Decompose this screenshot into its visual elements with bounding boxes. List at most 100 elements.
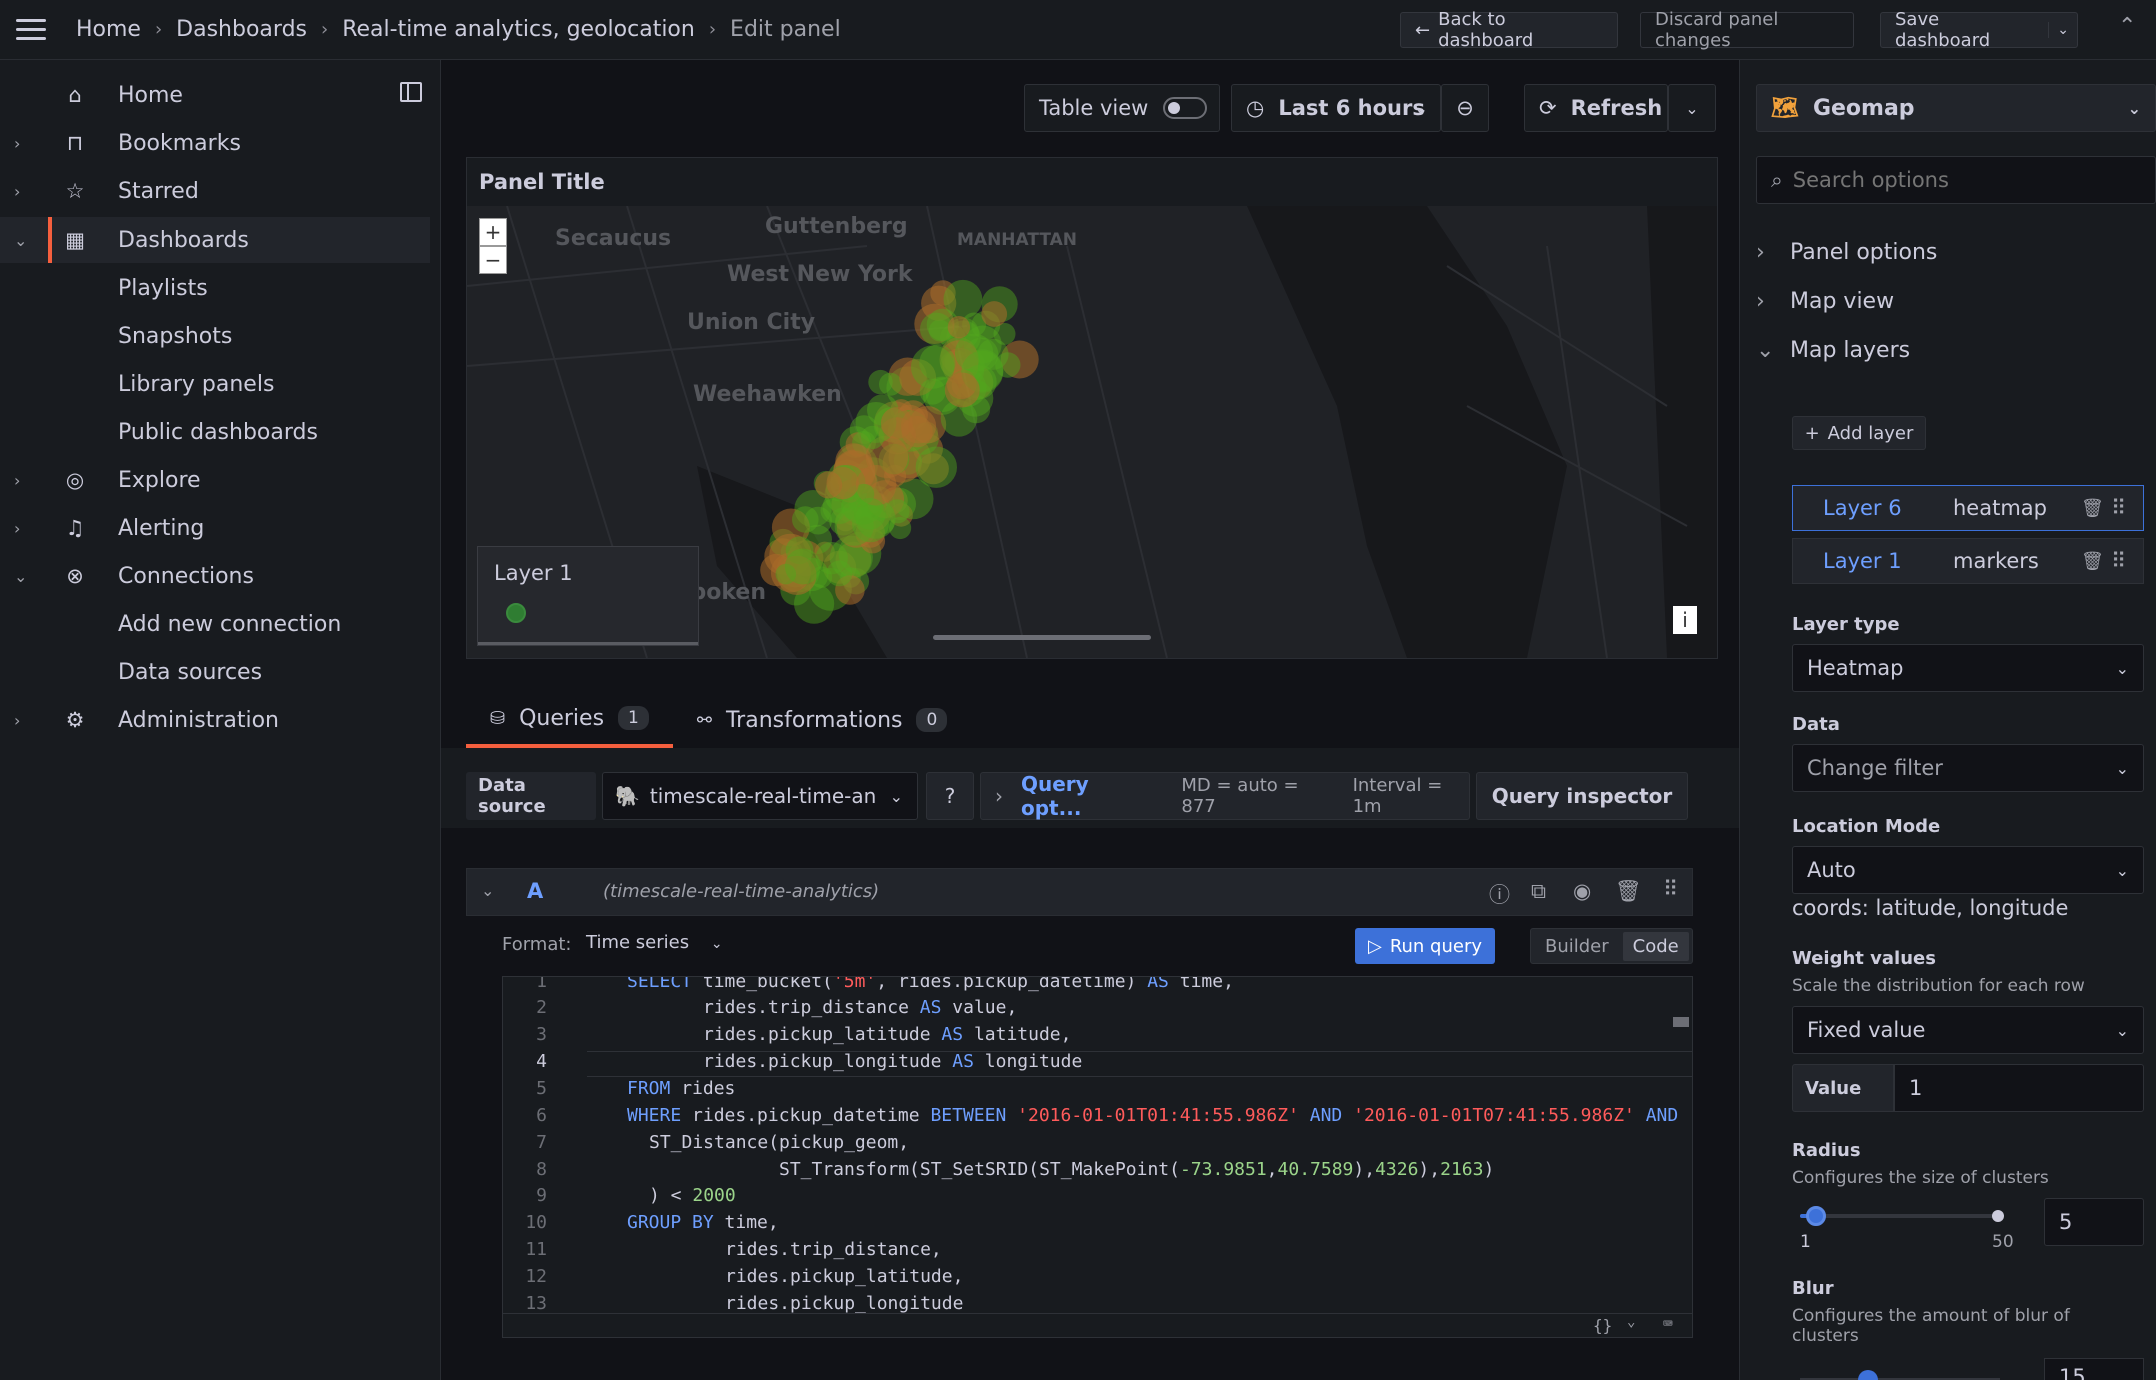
sidebar-item-playlists[interactable]: Playlists (0, 265, 441, 311)
value-label: Value (1792, 1064, 1894, 1112)
run-query-button[interactable]: ▷ Run query (1355, 928, 1495, 964)
blur-input[interactable]: 15 (2044, 1358, 2144, 1380)
blur-slider[interactable] (1800, 1364, 2000, 1380)
sidebar-item-dashboards[interactable]: ⌄ ▦ Dashboards (0, 217, 430, 263)
chevron-right-icon[interactable]: › (14, 134, 28, 153)
discard-changes-button[interactable]: Discard panel changes (1640, 9, 1854, 51)
section-label: Map view (1790, 289, 1895, 314)
sidebar-item-administration[interactable]: › ⚙ Administration (0, 697, 441, 743)
datasource-help-button[interactable]: ? (926, 772, 974, 820)
search-options-input[interactable] (1792, 168, 2113, 192)
weight-value-input[interactable]: 1 (1894, 1064, 2144, 1112)
sidebar-item-bookmarks[interactable]: › ⊓ Bookmarks (0, 120, 441, 166)
sidebar-item-starred[interactable]: › ☆ Starred (0, 168, 441, 214)
chevron-right-icon[interactable]: › (14, 519, 28, 538)
layer-type-label: Layer type (1792, 614, 1900, 635)
sidebar-item-public-dashboards[interactable]: Public dashboards (0, 409, 441, 455)
map-label: MANHATTAN (957, 230, 1078, 250)
arrow-left-icon: ← (1415, 19, 1431, 41)
trash-icon[interactable]: 🗑 (2081, 551, 2104, 572)
code-mode-button[interactable]: Code (1622, 931, 1689, 961)
sql-code-editor[interactable]: 1 2 3 4 5 6 7 8 9 10 11 12 13 14 SELECT … (502, 976, 1693, 1338)
heatmap-point (885, 499, 910, 524)
location-mode-select[interactable]: Auto ⌄ (1792, 846, 2144, 894)
chevron-down-icon[interactable]: ⌄ (481, 881, 494, 900)
radius-input[interactable]: 5 (2044, 1198, 2144, 1246)
query-options-label: Query opt... (1021, 772, 1089, 820)
menu-icon[interactable] (16, 13, 50, 47)
tab-queries[interactable]: ⛁ Queries 1 (466, 692, 673, 748)
datasource-picker[interactable]: 🐘 timescale-real-time-an ⌄ (602, 772, 918, 820)
query-options[interactable]: › Query opt... MD = auto = 877 Interval … (980, 772, 1470, 820)
search-options-field[interactable]: ⌕ (1756, 156, 2156, 204)
add-layer-button[interactable]: + Add layer (1792, 416, 1926, 450)
data-filter-select[interactable]: Change filter ⌄ (1792, 744, 2144, 792)
collapse-icon[interactable]: ⌃ (2118, 14, 2136, 39)
time-range-picker[interactable]: ◷ Last 6 hours ⌄ (1231, 84, 1441, 132)
query-header: ⌄ A (timescale-real-time-analytics) ⓘ ⧉ … (466, 868, 1693, 916)
geomap[interactable]: Secaucus Guttenberg MANHATTAN West New Y… (467, 206, 1717, 658)
tab-transformations[interactable]: ⚯ Transformations 0 (673, 692, 971, 748)
sidebar-item-alerting[interactable]: › ♫ Alerting (0, 505, 441, 551)
eye-icon[interactable]: ◉ (1573, 879, 1591, 903)
sidebar-item-add-new-connection[interactable]: Add new connection (0, 601, 441, 647)
sidebar-item-data-sources[interactable]: Data sources (0, 649, 441, 695)
chevron-down-icon[interactable]: ⌄ (2048, 22, 2077, 38)
breadcrumb-dashboard[interactable]: Real-time analytics, geolocation (342, 17, 695, 42)
chevron-right-icon[interactable]: › (14, 182, 28, 201)
map-zoom-in-button[interactable]: + (479, 218, 507, 246)
chevron-down-icon[interactable]: ⌄ (1627, 1314, 1635, 1330)
sidebar-item-connections[interactable]: ⌄ ⊗ Connections (0, 553, 441, 599)
trash-icon[interactable]: 🗑 (2081, 498, 2104, 519)
drag-handle-icon[interactable]: ⠿ (2111, 496, 2126, 520)
format-code-icon[interactable]: {} (1593, 1316, 1612, 1335)
keyboard-icon[interactable]: ⌨ (1663, 1314, 1673, 1333)
map-attribution-button[interactable]: i (1673, 606, 1697, 634)
layer-item-6[interactable]: Layer 6 heatmap 🗑 ⠿ (1792, 485, 2144, 531)
duplicate-icon[interactable]: ⧉ (1531, 879, 1546, 904)
refresh-button[interactable]: ⟳ Refresh (1524, 84, 1668, 132)
chevron-down-icon[interactable]: ⌄ (14, 231, 28, 250)
layer-type-select[interactable]: Heatmap ⌄ (1792, 644, 2144, 692)
radius-slider-thumb[interactable] (1806, 1206, 1826, 1226)
line-number: 13 (525, 1293, 547, 1314)
layer-item-1[interactable]: Layer 1 markers 🗑 ⠿ (1792, 538, 2144, 584)
radius-slider[interactable] (1800, 1206, 2004, 1226)
toggle-switch[interactable] (1163, 97, 1207, 119)
breadcrumb-home[interactable]: Home (76, 17, 141, 42)
sidebar-item-snapshots[interactable]: Snapshots (0, 313, 441, 359)
visualization-picker[interactable]: 🗺 Geomap ⌄ (1756, 84, 2156, 132)
code-line: rides.pickup_latitude, (725, 1266, 964, 1287)
zoom-out-time-button[interactable]: ⊖ (1441, 84, 1489, 132)
refresh-interval-dropdown[interactable]: ⌄ (1668, 84, 1716, 132)
sidebar-item-explore[interactable]: › ◎ Explore (0, 457, 441, 503)
chevron-right-icon[interactable]: › (14, 471, 28, 490)
map-scrollbar[interactable] (933, 635, 1151, 640)
chevron-down-icon: ⌄ (1685, 98, 1699, 118)
table-view-toggle[interactable]: Table view (1024, 84, 1220, 132)
query-ref-id[interactable]: A (527, 879, 543, 903)
section-map-layers[interactable]: ⌄ Map layers (1756, 338, 2156, 363)
drag-handle-icon[interactable]: ⠿ (2111, 549, 2126, 573)
trash-icon[interactable]: 🗑 (1615, 879, 1642, 904)
save-dashboard-button[interactable]: Save dashboard ⌄ (1880, 9, 2078, 51)
section-map-view[interactable]: › Map view (1756, 289, 2156, 314)
help-icon[interactable]: ⓘ (1489, 879, 1510, 909)
blur-label: Blur (1792, 1278, 1834, 1299)
builder-mode-button[interactable]: Builder (1531, 936, 1623, 957)
section-panel-options[interactable]: › Panel options (1756, 240, 2156, 265)
blur-slider-thumb[interactable] (1858, 1370, 1878, 1380)
line-number: 2 (536, 997, 547, 1018)
map-zoom-out-button[interactable]: − (479, 246, 507, 274)
weight-values-select[interactable]: Fixed value ⌄ (1792, 1006, 2144, 1054)
chevron-right-icon[interactable]: › (14, 711, 28, 730)
drag-handle-icon[interactable]: ⠿ (1663, 877, 1678, 901)
back-to-dashboard-button[interactable]: ← Back to dashboard (1400, 9, 1618, 51)
format-select[interactable]: Time series ⌄ (586, 932, 723, 953)
query-inspector-button[interactable]: Query inspector (1476, 772, 1688, 820)
sidebar-item-home[interactable]: ⌂ Home (0, 72, 441, 118)
sidebar-item-library-panels[interactable]: Library panels (0, 361, 441, 407)
location-mode-label: Location Mode (1792, 816, 1941, 837)
chevron-down-icon[interactable]: ⌄ (14, 567, 28, 586)
breadcrumb-dashboards[interactable]: Dashboards (176, 17, 307, 42)
